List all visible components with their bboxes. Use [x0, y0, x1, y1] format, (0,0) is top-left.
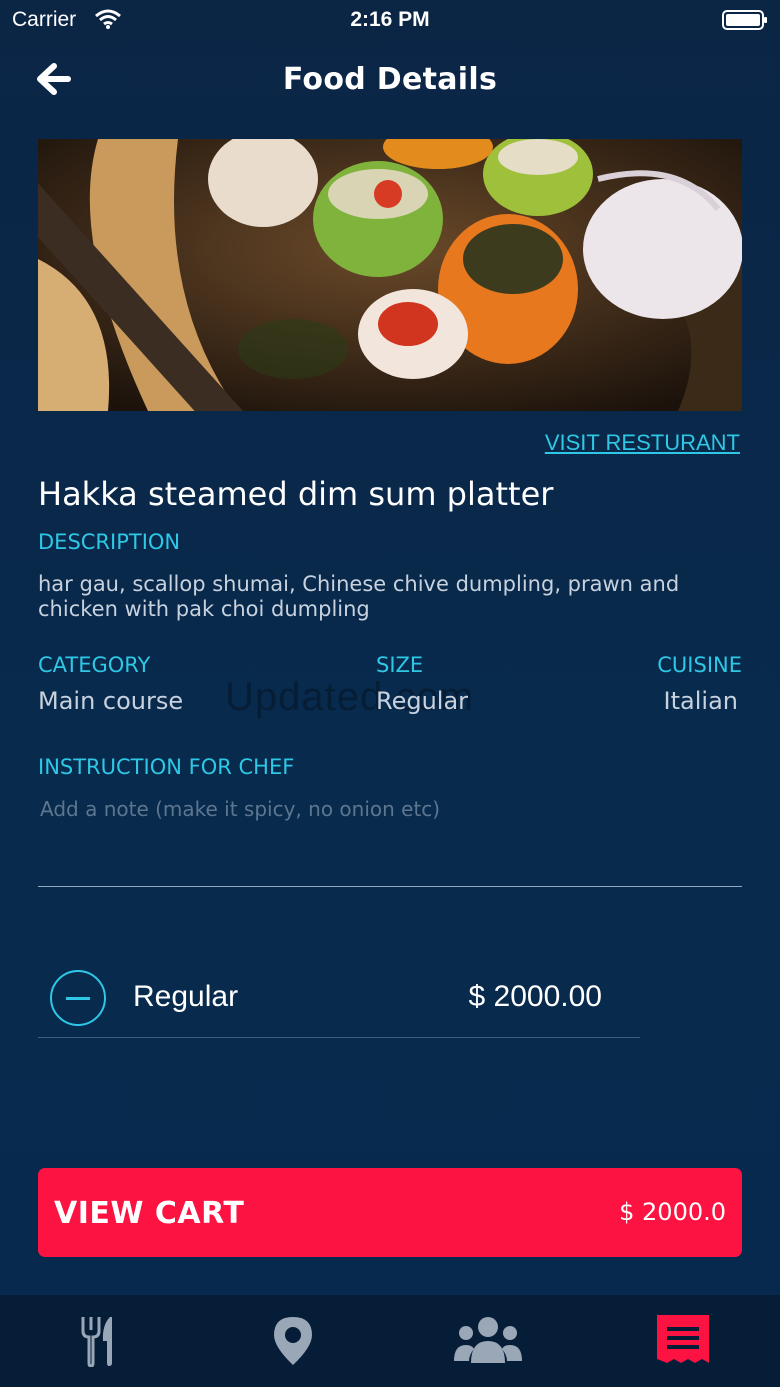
order-item-name: Regular — [133, 980, 239, 1013]
category-value: Main course — [38, 687, 184, 715]
group-icon — [453, 1317, 522, 1363]
decrease-quantity-button[interactable] — [50, 970, 106, 1026]
page-title: Food Details — [282, 62, 498, 97]
view-cart-button[interactable]: VIEW CART $ 2000.0 — [38, 1168, 742, 1257]
fork-knife-icon — [81, 1317, 112, 1367]
description-label: DESCRIPTION — [38, 530, 181, 554]
receipt-icon — [656, 1315, 709, 1363]
description-text: har gau, scallop shumai, Chinese chive d… — [38, 572, 680, 621]
tab-menu[interactable] — [0, 1295, 195, 1387]
view-cart-label: VIEW CART — [54, 1196, 245, 1231]
tab-orders[interactable] — [585, 1295, 780, 1387]
navigation-bar: Food Details — [0, 50, 780, 110]
instruction-label: INSTRUCTION FOR CHEF — [38, 755, 295, 779]
food-name: Hakka steamed dim sum platter — [38, 475, 554, 513]
cuisine-label: CUISINE — [657, 653, 742, 677]
cart-total: $ 2000.0 — [619, 1198, 726, 1226]
visit-restaurant-link[interactable]: VISIT RESTURANT — [545, 430, 740, 456]
size-label: SIZE — [376, 653, 424, 677]
tab-people[interactable] — [390, 1295, 585, 1387]
order-item-price: $ 2000.00 — [468, 980, 602, 1013]
map-pin-icon — [273, 1317, 312, 1365]
status-bar: Carrier 2:16 PM — [0, 0, 780, 40]
category-label: CATEGORY — [38, 653, 151, 677]
size-value: Regular — [376, 687, 469, 715]
tab-bar — [0, 1295, 780, 1387]
food-image — [38, 139, 742, 411]
battery-icon — [722, 10, 767, 30]
chef-instruction-input[interactable] — [38, 795, 742, 887]
order-item-row: Regular $ 2000.00 — [38, 962, 640, 1038]
status-time: 2:16 PM — [350, 8, 430, 31]
tab-location[interactable] — [195, 1295, 390, 1387]
cuisine-value: Italian — [663, 687, 738, 715]
